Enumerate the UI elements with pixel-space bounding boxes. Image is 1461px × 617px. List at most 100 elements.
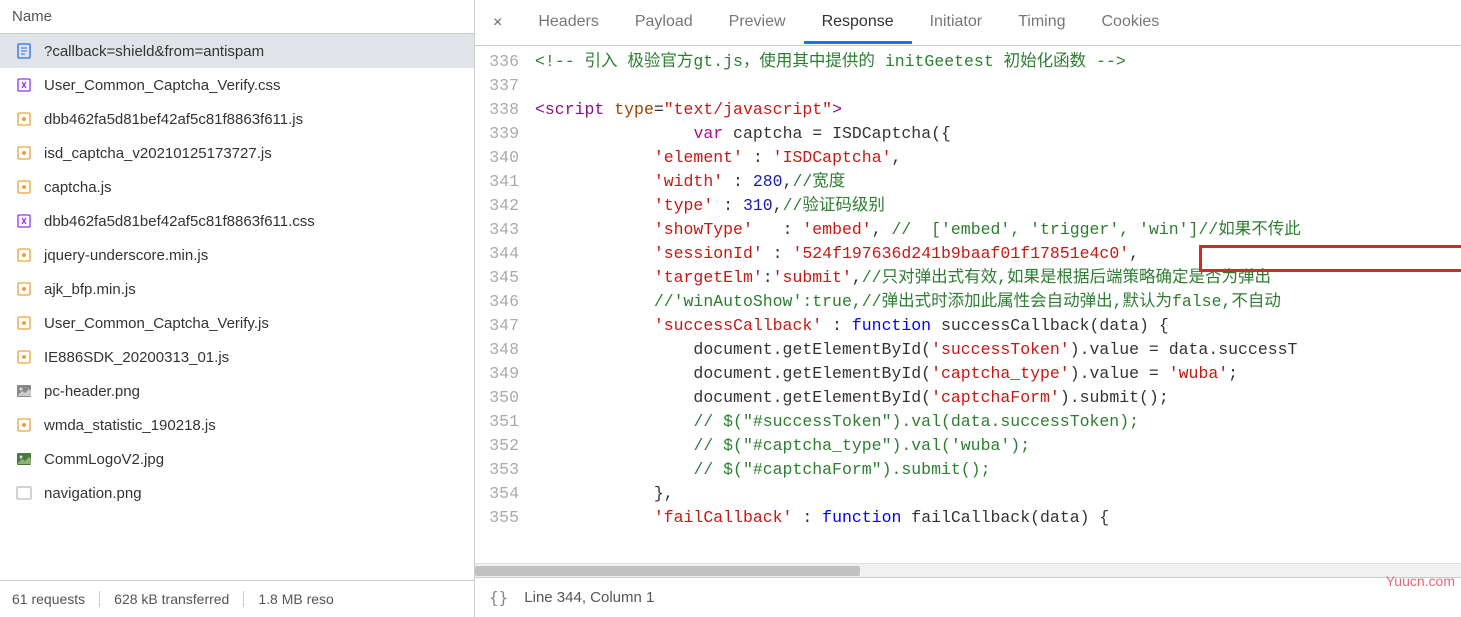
code-content[interactable]: 'targetElm':'submit',//只对弹出式有效,如果是根据后端策略…: [535, 266, 1461, 290]
request-name: CommLogoV2.jpg: [44, 451, 164, 468]
code-line[interactable]: 344 'sessionId' : '524f197636d241b9baaf0…: [475, 242, 1461, 266]
tab-timing[interactable]: Timing: [1000, 1, 1083, 44]
line-number: 347: [475, 314, 535, 338]
code-content[interactable]: },: [535, 482, 1461, 506]
tab-response[interactable]: Response: [804, 1, 912, 44]
request-name: ?callback=shield&from=antispam: [44, 43, 264, 60]
request-item[interactable]: User_Common_Captcha_Verify.js: [0, 306, 474, 340]
code-content[interactable]: 'element' : 'ISDCaptcha',: [535, 146, 1461, 170]
request-list[interactable]: ?callback=shield&from=antispam User_Commo…: [0, 34, 474, 580]
request-item[interactable]: captcha.js: [0, 170, 474, 204]
request-item[interactable]: ?callback=shield&from=antispam: [0, 34, 474, 68]
code-content[interactable]: var captcha = ISDCaptcha({: [535, 122, 1461, 146]
request-item[interactable]: dbb462fa5d81bef42af5c81f8863f611.css: [0, 204, 474, 238]
code-content[interactable]: document.getElementById('captchaForm').s…: [535, 386, 1461, 410]
code-content[interactable]: 'sessionId' : '524f197636d241b9baaf01f17…: [535, 242, 1461, 266]
code-content[interactable]: 'width' : 280,//宽度: [535, 170, 1461, 194]
code-content[interactable]: <!-- 引入 极验官方gt.js，使用其中提供的 initGeetest 初始…: [535, 50, 1461, 74]
transferred-size: 628 kB transferred: [114, 591, 244, 607]
line-number: 353: [475, 458, 535, 482]
tab-payload[interactable]: Payload: [617, 1, 711, 44]
code-line[interactable]: 347 'successCallback' : function success…: [475, 314, 1461, 338]
request-item[interactable]: IE886SDK_20200313_01.js: [0, 340, 474, 374]
code-content[interactable]: <script type="text/javascript">: [535, 98, 1461, 122]
code-line[interactable]: 338<script type="text/javascript">: [475, 98, 1461, 122]
request-name: dbb462fa5d81bef42af5c81f8863f611.css: [44, 213, 315, 230]
tab-headers[interactable]: Headers: [520, 1, 616, 44]
line-number: 341: [475, 170, 535, 194]
horizontal-scrollbar[interactable]: [475, 563, 1461, 577]
name-column-header[interactable]: Name: [0, 0, 474, 34]
js-icon: [14, 143, 34, 163]
line-number: 351: [475, 410, 535, 434]
line-number: 342: [475, 194, 535, 218]
code-content[interactable]: // $("#successToken").val(data.successTo…: [535, 410, 1461, 434]
line-number: 348: [475, 338, 535, 362]
code-line[interactable]: 349 document.getElementById('captcha_typ…: [475, 362, 1461, 386]
request-item[interactable]: dbb462fa5d81bef42af5c81f8863f611.js: [0, 102, 474, 136]
code-line[interactable]: 350 document.getElementById('captchaForm…: [475, 386, 1461, 410]
code-content[interactable]: //'winAutoShow':true,//弹出式时添加此属性会自动弹出,默认…: [535, 290, 1461, 314]
code-line[interactable]: 339 var captcha = ISDCaptcha({: [475, 122, 1461, 146]
js-icon: [14, 313, 34, 333]
code-content[interactable]: [535, 74, 1461, 98]
code-line[interactable]: 351 // $("#successToken").val(data.succe…: [475, 410, 1461, 434]
line-number: 349: [475, 362, 535, 386]
close-icon[interactable]: ×: [475, 14, 520, 32]
code-content[interactable]: 'showType' : 'embed', // ['embed', 'trig…: [535, 218, 1461, 242]
tab-cookies[interactable]: Cookies: [1084, 1, 1178, 44]
code-line[interactable]: 348 document.getElementById('successToke…: [475, 338, 1461, 362]
code-line[interactable]: 342 'type' : 310,//验证码级别: [475, 194, 1461, 218]
request-name: wmda_statistic_190218.js: [44, 417, 216, 434]
request-item[interactable]: wmda_statistic_190218.js: [0, 408, 474, 442]
code-line[interactable]: 341 'width' : 280,//宽度: [475, 170, 1461, 194]
code-content[interactable]: 'successCallback' : function successCall…: [535, 314, 1461, 338]
code-content[interactable]: 'type' : 310,//验证码级别: [535, 194, 1461, 218]
request-name: User_Common_Captcha_Verify.css: [44, 77, 280, 94]
code-content[interactable]: document.getElementById('captcha_type').…: [535, 362, 1461, 386]
css-icon: [14, 211, 34, 231]
code-line[interactable]: 353 // $("#captchaForm").submit();: [475, 458, 1461, 482]
format-icon[interactable]: {}: [489, 588, 508, 607]
request-name: navigation.png: [44, 485, 142, 502]
line-number: 344: [475, 242, 535, 266]
code-content[interactable]: // $("#captcha_type").val('wuba');: [535, 434, 1461, 458]
code-line[interactable]: 340 'element' : 'ISDCaptcha',: [475, 146, 1461, 170]
request-item[interactable]: User_Common_Captcha_Verify.css: [0, 68, 474, 102]
code-line[interactable]: 345 'targetElm':'submit',//只对弹出式有效,如果是根据…: [475, 266, 1461, 290]
code-line[interactable]: 352 // $("#captcha_type").val('wuba');: [475, 434, 1461, 458]
request-item[interactable]: ajk_bfp.min.js: [0, 272, 474, 306]
code-content[interactable]: document.getElementById('successToken').…: [535, 338, 1461, 362]
network-summary: 61 requests 628 kB transferred 1.8 MB re…: [0, 580, 474, 617]
code-line[interactable]: 336<!-- 引入 极验官方gt.js，使用其中提供的 initGeetest…: [475, 50, 1461, 74]
code-content[interactable]: // $("#captchaForm").submit();: [535, 458, 1461, 482]
css-icon: [14, 75, 34, 95]
code-line[interactable]: 343 'showType' : 'embed', // ['embed', '…: [475, 218, 1461, 242]
request-name: User_Common_Captcha_Verify.js: [44, 315, 269, 332]
request-item[interactable]: jquery-underscore.min.js: [0, 238, 474, 272]
js-icon: [14, 109, 34, 129]
request-item[interactable]: pc-header.png: [0, 374, 474, 408]
code-line[interactable]: 337: [475, 74, 1461, 98]
response-body[interactable]: 336<!-- 引入 极验官方gt.js，使用其中提供的 initGeetest…: [475, 46, 1461, 563]
request-item[interactable]: isd_captcha_v20210125173727.js: [0, 136, 474, 170]
tab-preview[interactable]: Preview: [711, 1, 804, 44]
request-item[interactable]: CommLogoV2.jpg: [0, 442, 474, 476]
js-icon: [14, 347, 34, 367]
request-name: ajk_bfp.min.js: [44, 281, 136, 298]
line-number: 338: [475, 98, 535, 122]
tab-initiator[interactable]: Initiator: [912, 1, 1000, 44]
watermark: Yuucn.com: [1386, 573, 1455, 589]
code-line[interactable]: 346 //'winAutoShow':true,//弹出式时添加此属性会自动弹…: [475, 290, 1461, 314]
request-name: IE886SDK_20200313_01.js: [44, 349, 229, 366]
img-blank-icon: [14, 483, 34, 503]
editor-status-bar: {} Line 344, Column 1: [475, 577, 1461, 617]
code-line[interactable]: 354 },: [475, 482, 1461, 506]
img-icon: [14, 381, 34, 401]
line-number: 337: [475, 74, 535, 98]
request-item[interactable]: navigation.png: [0, 476, 474, 510]
code-content[interactable]: 'failCallback' : function failCallback(d…: [535, 506, 1461, 530]
code-line[interactable]: 355 'failCallback' : function failCallba…: [475, 506, 1461, 530]
requests-count: 61 requests: [12, 591, 100, 607]
line-number: 354: [475, 482, 535, 506]
